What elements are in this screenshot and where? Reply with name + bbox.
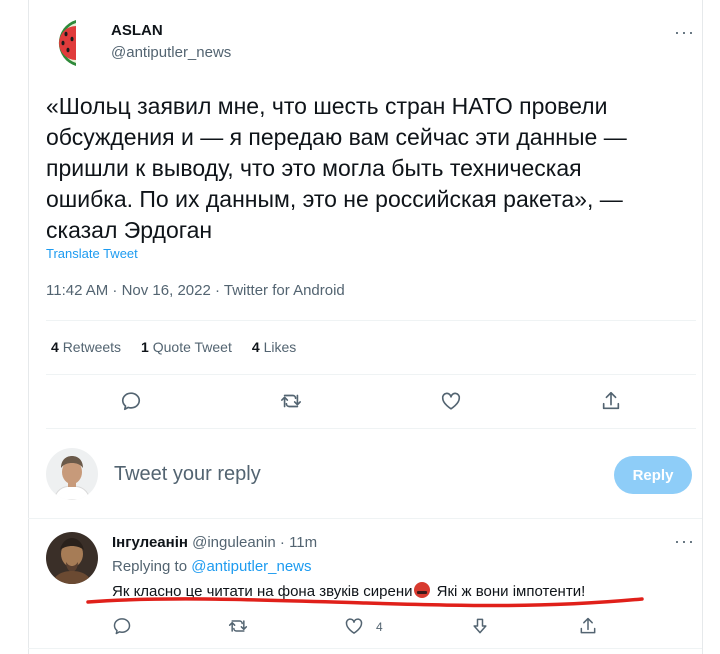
- replying-to: Replying to @antiputler_news: [112, 558, 312, 575]
- reply-like-count: 4: [376, 620, 383, 634]
- user-avatar[interactable]: [46, 448, 98, 500]
- share-icon[interactable]: [578, 616, 598, 636]
- divider: [28, 518, 702, 519]
- share-icon[interactable]: [600, 390, 622, 412]
- more-options-icon[interactable]: ···: [674, 22, 695, 43]
- red-underline-annotation: [86, 597, 644, 608]
- watermelon-icon[interactable]: [46, 14, 94, 70]
- tweet-text: «Шольц заявил мне, что шесть стран НАТО …: [46, 93, 627, 243]
- like-icon[interactable]: [344, 616, 364, 636]
- reply-author-avatar[interactable]: [46, 532, 98, 584]
- reply-author-name[interactable]: Інгулеанін: [112, 534, 188, 551]
- reply-actions-bar: [0, 616, 720, 638]
- replying-prefix: Replying to: [112, 558, 188, 575]
- reply-time[interactable]: · 11m: [280, 534, 317, 551]
- reply-button[interactable]: Reply: [614, 456, 692, 494]
- tweet-timestamp[interactable]: 11:42 AM · Nov 16, 2022 · Twitter for An…: [46, 282, 345, 299]
- retweet-icon[interactable]: [228, 616, 248, 636]
- tweet-detail-page: ASLAN @antiputler_news ··· «Шольц заявил…: [0, 0, 720, 654]
- downvote-icon[interactable]: [470, 616, 490, 636]
- divider: [46, 320, 696, 321]
- quotes-stat[interactable]: 1 Quote Tweet: [141, 339, 232, 355]
- retweets-stat[interactable]: 4 Retweets: [51, 339, 121, 355]
- more-options-icon[interactable]: ···: [674, 531, 695, 552]
- likes-stat[interactable]: 4 Likes: [252, 339, 296, 355]
- divider: [46, 428, 696, 429]
- replying-mention-link[interactable]: @antiputler_news: [191, 558, 311, 575]
- tweet-stats: 4 Retweets 1 Quote Tweet 4 Likes: [51, 339, 296, 355]
- tweet-actions-bar: [0, 390, 720, 414]
- author-name[interactable]: ASLAN: [111, 22, 163, 39]
- reply-icon[interactable]: [112, 616, 132, 636]
- divider: [46, 374, 696, 375]
- retweet-icon[interactable]: [280, 390, 302, 412]
- quotes-count: 1: [141, 339, 149, 355]
- retweets-label: Retweets: [62, 339, 122, 355]
- column-border-left: [28, 0, 29, 654]
- column-border-right: [702, 0, 703, 654]
- likes-label: Likes: [263, 339, 297, 355]
- reply-icon[interactable]: [120, 390, 142, 412]
- reply-author-handle[interactable]: @inguleanin: [192, 534, 276, 551]
- like-icon[interactable]: [440, 390, 462, 412]
- author-handle[interactable]: @antiputler_news: [111, 44, 231, 61]
- reply-author-line: Інгулеанін @inguleanin · 11m: [112, 534, 317, 551]
- likes-count: 4: [251, 339, 260, 355]
- divider: [28, 648, 702, 649]
- quotes-label: Quote Tweet: [152, 339, 232, 355]
- translate-tweet-link[interactable]: Translate Tweet: [46, 246, 138, 261]
- reply-input[interactable]: Tweet your reply: [114, 463, 261, 486]
- retweets-count: 4: [51, 339, 59, 355]
